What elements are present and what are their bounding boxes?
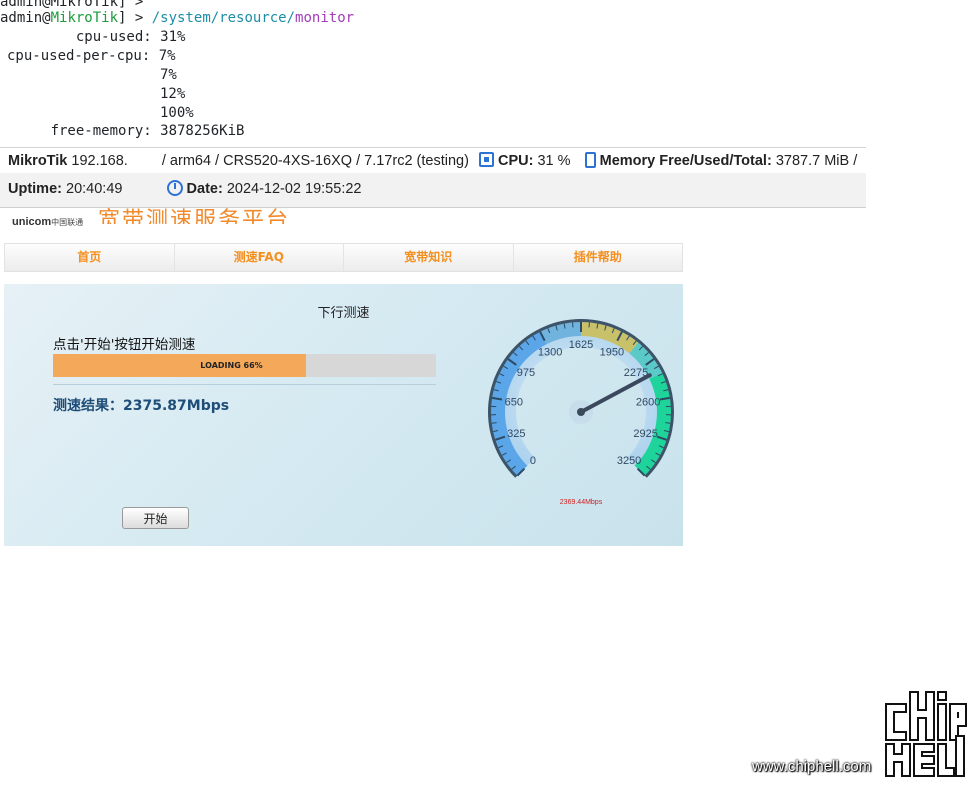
brand-label: MikroTik <box>8 153 68 169</box>
cpu-used-label: cpu-used: <box>0 29 152 45</box>
uptime-value: 20:40:49 <box>66 181 123 197</box>
ip-address: 192.168. <box>71 153 128 169</box>
gauge-tick-label: 1625 <box>569 339 593 351</box>
nav-knowledge[interactable]: 宽带知识 <box>344 244 514 271</box>
start-hint: 点击'开始'按钮开始测速 <box>53 337 196 353</box>
gauge-tick-label: 1950 <box>600 346 624 358</box>
clock-icon <box>166 180 183 196</box>
logo-sub-text: 中国联通 <box>51 218 84 227</box>
chiphell-logo <box>885 691 967 777</box>
per-cpu-value: 12% <box>160 86 186 102</box>
gauge-readout: 2369.44Mbps <box>560 499 603 506</box>
gauge-hub <box>577 408 585 416</box>
start-button[interactable]: 开始 <box>122 507 189 529</box>
uptime-label: Uptime: <box>8 181 62 197</box>
progress-text: LOADING 66% <box>200 361 263 370</box>
cpu-chip-icon <box>478 152 494 167</box>
unicom-logo: unicom中国联通 <box>12 216 83 228</box>
free-memory-value: 3878256KiB <box>151 123 245 139</box>
gauge-tick-label: 2600 <box>636 396 660 408</box>
gauge-tick-label: 1300 <box>538 346 562 358</box>
gauge-tick-label: 3250 <box>617 455 641 467</box>
prompt-at: @ <box>42 10 51 26</box>
gauge-tick-label: 2925 <box>633 428 657 440</box>
free-memory-row: free-memory: 3878256KiB <box>0 122 245 141</box>
memory-value: 3787.7 MiB / <box>775 153 858 169</box>
gauge-minor-tick <box>491 422 497 424</box>
speed-result: 测速结果：2375.87Mbps <box>53 398 230 414</box>
memory-icon <box>584 152 596 168</box>
main-nav: 首页 测速FAQ 宽带知识 插件帮助 <box>4 243 683 272</box>
logo-main-text: unicom <box>12 216 52 228</box>
nav-home[interactable]: 首页 <box>5 244 175 271</box>
free-memory-label: free-memory: <box>0 123 152 139</box>
per-cpu-row: cpu-used-per-cpu: 7% <box>7 47 176 66</box>
nav-faq[interactable]: 测速FAQ <box>175 244 344 271</box>
gauge-tick-label: 650 <box>505 396 523 408</box>
cpu-value: 31 % <box>537 153 571 169</box>
per-cpu-value: 7% <box>150 48 176 64</box>
speed-gauge: 0325650975130016251950227526002925325023… <box>488 319 674 506</box>
prompt-host: MikroTik <box>50 10 119 26</box>
memory-label: Memory Free/Used/Total: <box>599 153 772 169</box>
gauge-tick-label: 0 <box>530 455 536 467</box>
terminal-output: admin@MikroTik] > admin@MikroTik] > /sys… <box>0 0 870 143</box>
nav-plugin-help[interactable]: 插件帮助 <box>514 244 683 271</box>
site-title: 宽带测速服务平台 <box>98 208 291 224</box>
command-action: monitor <box>295 10 355 26</box>
progress-bar: LOADING 66% <box>53 354 436 377</box>
command-path: /system/resource/ <box>151 10 296 26</box>
date-label: Date: <box>186 181 223 197</box>
cpu-label: CPU: <box>498 153 534 169</box>
speedtest-panel: 下行测速 点击'开始'按钮开始测速 LOADING 66% 测速结果：2375.… <box>4 284 683 546</box>
status-bar-top: MikroTik 192.168. / arm64 / CRS520-4XS-1… <box>0 147 866 174</box>
per-cpu-value: 100% <box>160 105 194 121</box>
gauge-minor-tick <box>665 422 671 424</box>
terminal-command-line: admin@MikroTik] > /system/resource/monit… <box>0 9 354 28</box>
system-info: / arm64 / CRS520-4XS-16XQ / 7.17rc2 (tes… <box>161 153 469 169</box>
divider <box>53 384 436 385</box>
gauge-tick-label: 975 <box>517 367 535 379</box>
cpu-used-row: cpu-used: 31% <box>0 28 186 47</box>
prompt-tail: ] > <box>118 10 152 26</box>
cpu-used-value: 31% <box>151 29 186 45</box>
status-bar-bottom: Uptime: 20:40:49 Date: 2024-12-02 19:55:… <box>0 173 866 208</box>
per-cpu-value: 7% <box>160 67 177 83</box>
gauge-tick-label: 325 <box>507 428 525 440</box>
prompt-user: admin <box>0 10 43 26</box>
ip-redaction <box>127 153 158 170</box>
watermark-url: www.chiphell.com <box>752 758 872 775</box>
date-value: 2024-12-02 19:55:22 <box>226 181 362 197</box>
per-cpu-label: cpu-used-per-cpu: <box>7 48 151 64</box>
